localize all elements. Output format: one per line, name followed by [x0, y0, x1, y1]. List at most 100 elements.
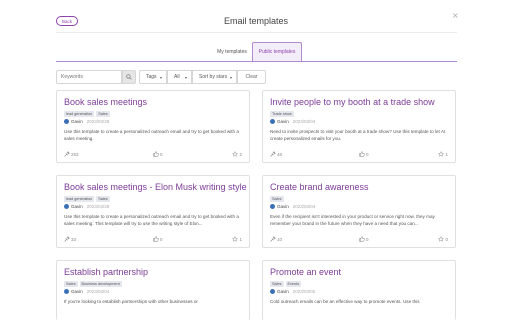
avatar [270, 289, 275, 294]
rocket-icon [270, 236, 276, 243]
thumbs-up-icon [153, 236, 159, 243]
tag-list: Sales Events [270, 281, 302, 287]
author-name: Gavin [71, 289, 83, 294]
tab-divider [56, 61, 457, 62]
all-dropdown[interactable]: All ▾ [167, 70, 192, 84]
star-count: 1 [239, 237, 242, 242]
template-title[interactable]: Promote an event [270, 267, 341, 277]
rocket-icon [64, 236, 70, 243]
author-name: Gavin [71, 119, 83, 124]
like-count: 0 [366, 152, 369, 157]
author-row: Gavin 2023/03/05 [270, 289, 315, 294]
template-card[interactable]: Invite people to my booth at a trade sho… [262, 90, 456, 163]
template-title[interactable]: Establish partnership [64, 267, 148, 277]
tag-list: lead generation Sales [64, 111, 110, 117]
search-button[interactable] [122, 70, 136, 84]
author-row: Gavin 2023/03/04 [64, 289, 109, 294]
sort-dropdown[interactable]: Sort by stars ▾ [192, 70, 237, 84]
tab-my-templates[interactable]: My templates [213, 42, 251, 61]
created-date: 2023/03/28 [86, 119, 110, 124]
template-title[interactable]: Book sales meetings [64, 97, 147, 107]
clear-button[interactable]: Clear [237, 70, 266, 84]
tag-badge: Sales [96, 111, 110, 117]
use-count[interactable]: 46 [270, 151, 282, 158]
search-input[interactable] [56, 70, 122, 84]
tag-badge: Sales [64, 281, 78, 287]
tag-badge: Business development [79, 281, 122, 287]
page-title: Email templates [223, 16, 289, 26]
template-card[interactable]: Create brand awareness Sales Gavin 2023/0… [262, 175, 456, 248]
like-button[interactable]: 0 [359, 236, 369, 243]
like-button[interactable]: 0 [359, 151, 369, 158]
tag-badge: lead generation [64, 196, 95, 202]
tag-badge: Trade show [270, 111, 294, 117]
star-button[interactable]: 2 [232, 151, 242, 158]
thumbs-up-icon [153, 151, 159, 158]
created-date: 2023/03/04 [86, 289, 110, 294]
created-date: 2023/03/04 [292, 119, 316, 124]
star-button[interactable]: 0 [438, 236, 448, 243]
template-description: Cold outreach emails can be an effective… [270, 299, 420, 304]
like-button[interactable]: 0 [153, 151, 163, 158]
template-description: Even if the recipient isn't interested i… [270, 214, 435, 226]
template-card[interactable]: Book sales meetings - Elon Musk writing … [56, 175, 250, 248]
tag-list: Sales [270, 196, 284, 202]
tab-bar: My templates Public templates [56, 42, 457, 61]
thumbs-up-icon [359, 236, 365, 243]
tag-badge: Sales [270, 281, 284, 287]
use-count-value: 46 [277, 152, 283, 157]
chevron-down-icon: ▾ [229, 75, 232, 80]
template-description: Use this template to create a personaliz… [64, 214, 239, 226]
tags-dropdown-label: Tags [146, 74, 157, 80]
template-card[interactable]: Book sales meetings lead generation Sales … [56, 90, 250, 163]
stats-row: 46 0 1 [270, 151, 448, 157]
author-row: Gavin 2023/03/28 [64, 204, 109, 209]
use-count[interactable]: 10 [270, 236, 282, 243]
template-title[interactable]: Book sales meetings - Elon Musk writing … [64, 182, 247, 192]
avatar [64, 204, 69, 209]
template-card[interactable]: Promote an event Sales Events Gavin 2023/0… [262, 260, 456, 320]
star-button[interactable]: 1 [438, 151, 448, 158]
like-count: 0 [160, 152, 163, 157]
like-button[interactable]: 0 [153, 236, 163, 243]
tag-list: lead generation Sales [64, 196, 110, 202]
tag-list: Trade show [270, 111, 294, 117]
rocket-icon [64, 151, 70, 158]
tag-badge: lead generation [64, 111, 95, 117]
thumbs-up-icon [359, 151, 365, 158]
stats-row: 10 0 0 [270, 236, 448, 242]
star-icon [438, 151, 445, 158]
avatar [64, 119, 69, 124]
avatar [270, 119, 275, 124]
created-date: 2023/03/28 [86, 204, 110, 209]
sort-dropdown-label: Sort by stars [199, 74, 228, 80]
tab-public-templates[interactable]: Public templates [252, 42, 302, 61]
tag-badge: Events [285, 281, 302, 287]
template-title[interactable]: Create brand awareness [270, 182, 369, 192]
tag-badge: Sales [270, 196, 284, 202]
tag-list: Sales Business development [64, 281, 122, 287]
all-dropdown-label: All [174, 74, 180, 80]
avatar [64, 289, 69, 294]
close-icon[interactable]: × [452, 11, 459, 20]
star-button[interactable]: 1 [232, 236, 242, 243]
avatar [270, 204, 275, 209]
use-count[interactable]: 253 [64, 151, 79, 158]
use-count-value: 33 [71, 237, 77, 242]
template-title[interactable]: Invite people to my booth at a trade sho… [270, 97, 435, 107]
author-name: Gavin [277, 119, 289, 124]
stats-row: 33 0 1 [64, 236, 242, 242]
tags-dropdown[interactable]: Tags ▾ [139, 70, 167, 84]
chevron-down-icon: ▾ [159, 75, 162, 80]
use-count[interactable]: 33 [64, 236, 76, 243]
header-divider [56, 32, 457, 33]
template-card[interactable]: Establish partnership Sales Business devel… [56, 260, 250, 320]
created-date: 2023/03/05 [292, 289, 316, 294]
use-count-value: 253 [71, 152, 79, 157]
star-icon [438, 236, 445, 243]
template-description: If you're looking to establish partnersh… [64, 299, 198, 304]
like-count: 0 [160, 237, 163, 242]
author-row: Gavin 2023/03/28 [64, 119, 109, 124]
star-count: 1 [445, 152, 448, 157]
author-name: Gavin [277, 204, 289, 209]
